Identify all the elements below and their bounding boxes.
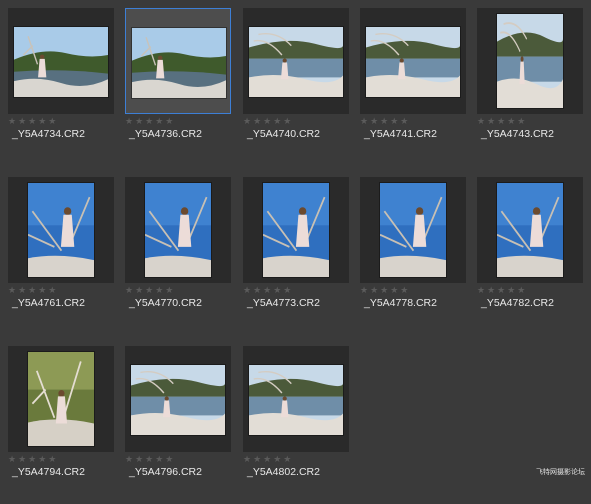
star-rating[interactable]: ★★★★★ [477,116,527,126]
photo-preview-image[interactable] [14,27,108,97]
photo-thumbnail-cell[interactable]: ★★★★★ _Y5A4734.CR2 [8,8,114,166]
star-rating[interactable]: ★★★★★ [360,285,410,295]
star-rating[interactable]: ★★★★★ [243,285,293,295]
thumbnail-frame[interactable] [8,177,114,283]
photo-preview-image[interactable] [145,183,211,277]
photo-preview-image[interactable] [249,365,343,435]
thumbnail-frame[interactable] [243,8,349,114]
photo-filename: _Y5A4802.CR2 [247,466,320,478]
photo-thumbnail-cell[interactable]: ★★★★★ _Y5A4740.CR2 [243,8,349,166]
star-rating[interactable]: ★★★★★ [8,454,58,464]
photo-filename: _Y5A4778.CR2 [364,297,437,309]
photo-preview-image[interactable] [380,183,446,277]
photo-filename: _Y5A4734.CR2 [12,128,85,140]
thumbnail-frame[interactable] [360,177,466,283]
thumbnail-frame[interactable] [243,346,349,452]
photo-preview-image[interactable] [249,27,343,97]
photo-thumbnail-cell[interactable]: ★★★★★ _Y5A4761.CR2 [8,177,114,335]
photo-filename: _Y5A4794.CR2 [12,466,85,478]
star-rating[interactable]: ★★★★★ [8,116,58,126]
star-rating[interactable]: ★★★★★ [125,454,175,464]
star-rating[interactable]: ★★★★★ [125,285,175,295]
photo-thumbnail-cell[interactable]: ★★★★★ _Y5A4796.CR2 [125,346,231,504]
photo-filename: _Y5A4741.CR2 [364,128,437,140]
thumbnail-grid: ★★★★★ _Y5A4734.CR2 ★★★★★ _Y5A4736.CR2 ★★★★… [0,0,591,481]
photo-thumbnail-cell[interactable]: ★★★★★ _Y5A4741.CR2 [360,8,466,166]
star-rating[interactable]: ★★★★★ [360,116,410,126]
photo-filename: _Y5A4796.CR2 [129,466,202,478]
thumbnail-frame[interactable] [360,8,466,114]
photo-thumbnail-cell[interactable]: ★★★★★ _Y5A4782.CR2 [477,177,583,335]
photo-thumbnail-cell[interactable]: ★★★★★ _Y5A4770.CR2 [125,177,231,335]
photo-preview-image[interactable] [28,352,94,446]
photo-thumbnail-cell[interactable]: ★★★★★ _Y5A4736.CR2 [125,8,231,166]
thumbnail-frame[interactable] [477,177,583,283]
watermark: 飞特网摄影论坛 [536,468,585,476]
photo-filename: _Y5A4782.CR2 [481,297,554,309]
photo-preview-image[interactable] [366,27,460,97]
photo-filename: _Y5A4743.CR2 [481,128,554,140]
thumbnail-frame[interactable] [243,177,349,283]
photo-filename: _Y5A4740.CR2 [247,128,320,140]
thumbnail-frame[interactable] [8,8,114,114]
photo-thumbnail-cell[interactable]: ★★★★★ _Y5A4802.CR2 [243,346,349,504]
photo-preview-image[interactable] [132,28,226,98]
thumbnail-frame[interactable] [477,8,583,114]
thumbnail-frame[interactable] [125,177,231,283]
thumbnail-frame[interactable] [125,8,231,114]
star-rating[interactable]: ★★★★★ [243,454,293,464]
photo-thumbnail-cell[interactable]: ★★★★★ _Y5A4794.CR2 [8,346,114,504]
photo-preview-image[interactable] [131,365,225,435]
star-rating[interactable]: ★★★★★ [125,116,175,126]
photo-thumbnail-cell[interactable]: ★★★★★ _Y5A4773.CR2 [243,177,349,335]
photo-filename: _Y5A4761.CR2 [12,297,85,309]
photo-preview-image[interactable] [497,183,563,277]
photo-preview-image[interactable] [497,14,563,108]
photo-filename: _Y5A4770.CR2 [129,297,202,309]
star-rating[interactable]: ★★★★★ [243,116,293,126]
photo-preview-image[interactable] [263,183,329,277]
star-rating[interactable]: ★★★★★ [477,285,527,295]
photo-thumbnail-cell[interactable]: ★★★★★ _Y5A4778.CR2 [360,177,466,335]
star-rating[interactable]: ★★★★★ [8,285,58,295]
thumbnail-frame[interactable] [125,346,231,452]
photo-preview-image[interactable] [28,183,94,277]
photo-filename: _Y5A4773.CR2 [247,297,320,309]
photo-thumbnail-cell[interactable]: ★★★★★ _Y5A4743.CR2 [477,8,583,166]
photo-filename: _Y5A4736.CR2 [129,128,202,140]
thumbnail-frame[interactable] [8,346,114,452]
